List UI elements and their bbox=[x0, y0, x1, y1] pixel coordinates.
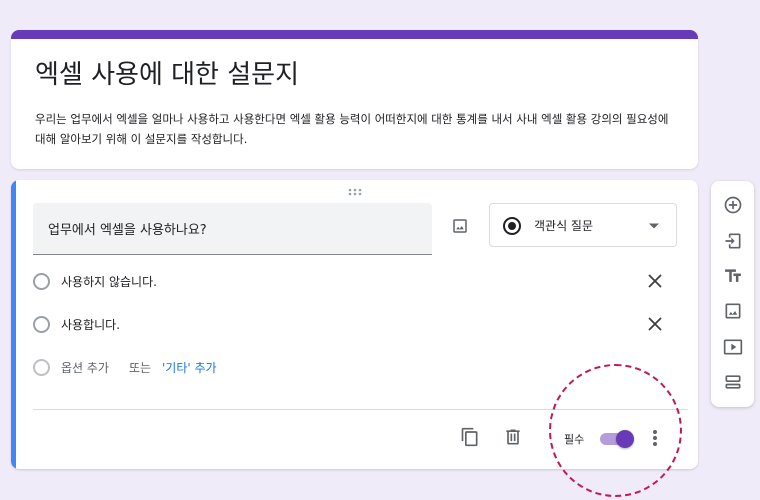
floating-toolbar bbox=[711, 181, 754, 407]
option-label[interactable]: 사용하지 않습니다. bbox=[61, 273, 157, 290]
add-other-button[interactable]: '기타' 추가 bbox=[162, 359, 217, 376]
copy-icon[interactable] bbox=[459, 426, 481, 448]
radio-circle-icon bbox=[33, 316, 50, 333]
add-option-separator: 또는 bbox=[129, 361, 152, 375]
close-icon[interactable] bbox=[645, 271, 665, 291]
drag-handle-icon[interactable] bbox=[347, 187, 363, 197]
more-vertical-icon[interactable] bbox=[645, 427, 665, 449]
import-icon[interactable] bbox=[721, 229, 745, 253]
question-title-field[interactable]: 업무에서 엑셀을 사용하나요? bbox=[33, 203, 432, 255]
required-toggle[interactable] bbox=[600, 430, 634, 448]
question-card[interactable]: 업무에서 엑셀을 사용하나요? 객관식 질문 사용하지 않습니다. 사용합니다.… bbox=[11, 180, 698, 469]
text-title-icon[interactable] bbox=[721, 264, 745, 288]
footer-divider bbox=[33, 409, 688, 410]
image-icon[interactable] bbox=[721, 299, 745, 323]
add-option-button[interactable]: 옵션 추가 bbox=[61, 359, 109, 376]
form-title-card[interactable]: 엑셀 사용에 대한 설문지 우리는 업무에서 엑셀을 얼마나 사용하고 사용한다… bbox=[11, 30, 698, 169]
option-label[interactable]: 사용합니다. bbox=[61, 316, 120, 333]
question-title-text: 업무에서 엑셀을 사용하나요? bbox=[48, 223, 207, 238]
video-icon[interactable] bbox=[721, 335, 745, 359]
radio-circle-icon bbox=[33, 359, 50, 376]
radio-button-icon bbox=[502, 216, 522, 236]
question-type-select[interactable]: 객관식 질문 bbox=[489, 203, 677, 247]
section-icon[interactable] bbox=[721, 370, 745, 394]
caret-down-icon bbox=[648, 222, 660, 230]
question-type-label: 객관식 질문 bbox=[534, 219, 594, 233]
add-option-row: 옵션 추가 또는 '기타' 추가 bbox=[33, 355, 669, 379]
active-question-bar bbox=[11, 180, 16, 469]
radio-circle-icon bbox=[33, 273, 50, 290]
form-editor: 엑셀 사용에 대한 설문지 우리는 업무에서 엑셀을 얼마나 사용하고 사용한다… bbox=[0, 0, 760, 500]
close-icon[interactable] bbox=[645, 314, 665, 334]
required-label: 필수 bbox=[564, 433, 585, 446]
option-row[interactable]: 사용합니다. bbox=[33, 312, 669, 336]
trash-icon[interactable] bbox=[502, 426, 524, 448]
toggle-knob bbox=[616, 430, 634, 448]
form-description[interactable]: 우리는 업무에서 엑셀을 얼마나 사용하고 사용한다면 엑셀 활용 능력이 어떠… bbox=[35, 109, 680, 149]
form-title[interactable]: 엑셀 사용에 대한 설문지 bbox=[35, 58, 299, 92]
title-card-accent bbox=[11, 30, 698, 39]
add-circle-icon[interactable] bbox=[721, 193, 745, 217]
image-icon[interactable] bbox=[447, 213, 473, 239]
option-row[interactable]: 사용하지 않습니다. bbox=[33, 269, 669, 293]
